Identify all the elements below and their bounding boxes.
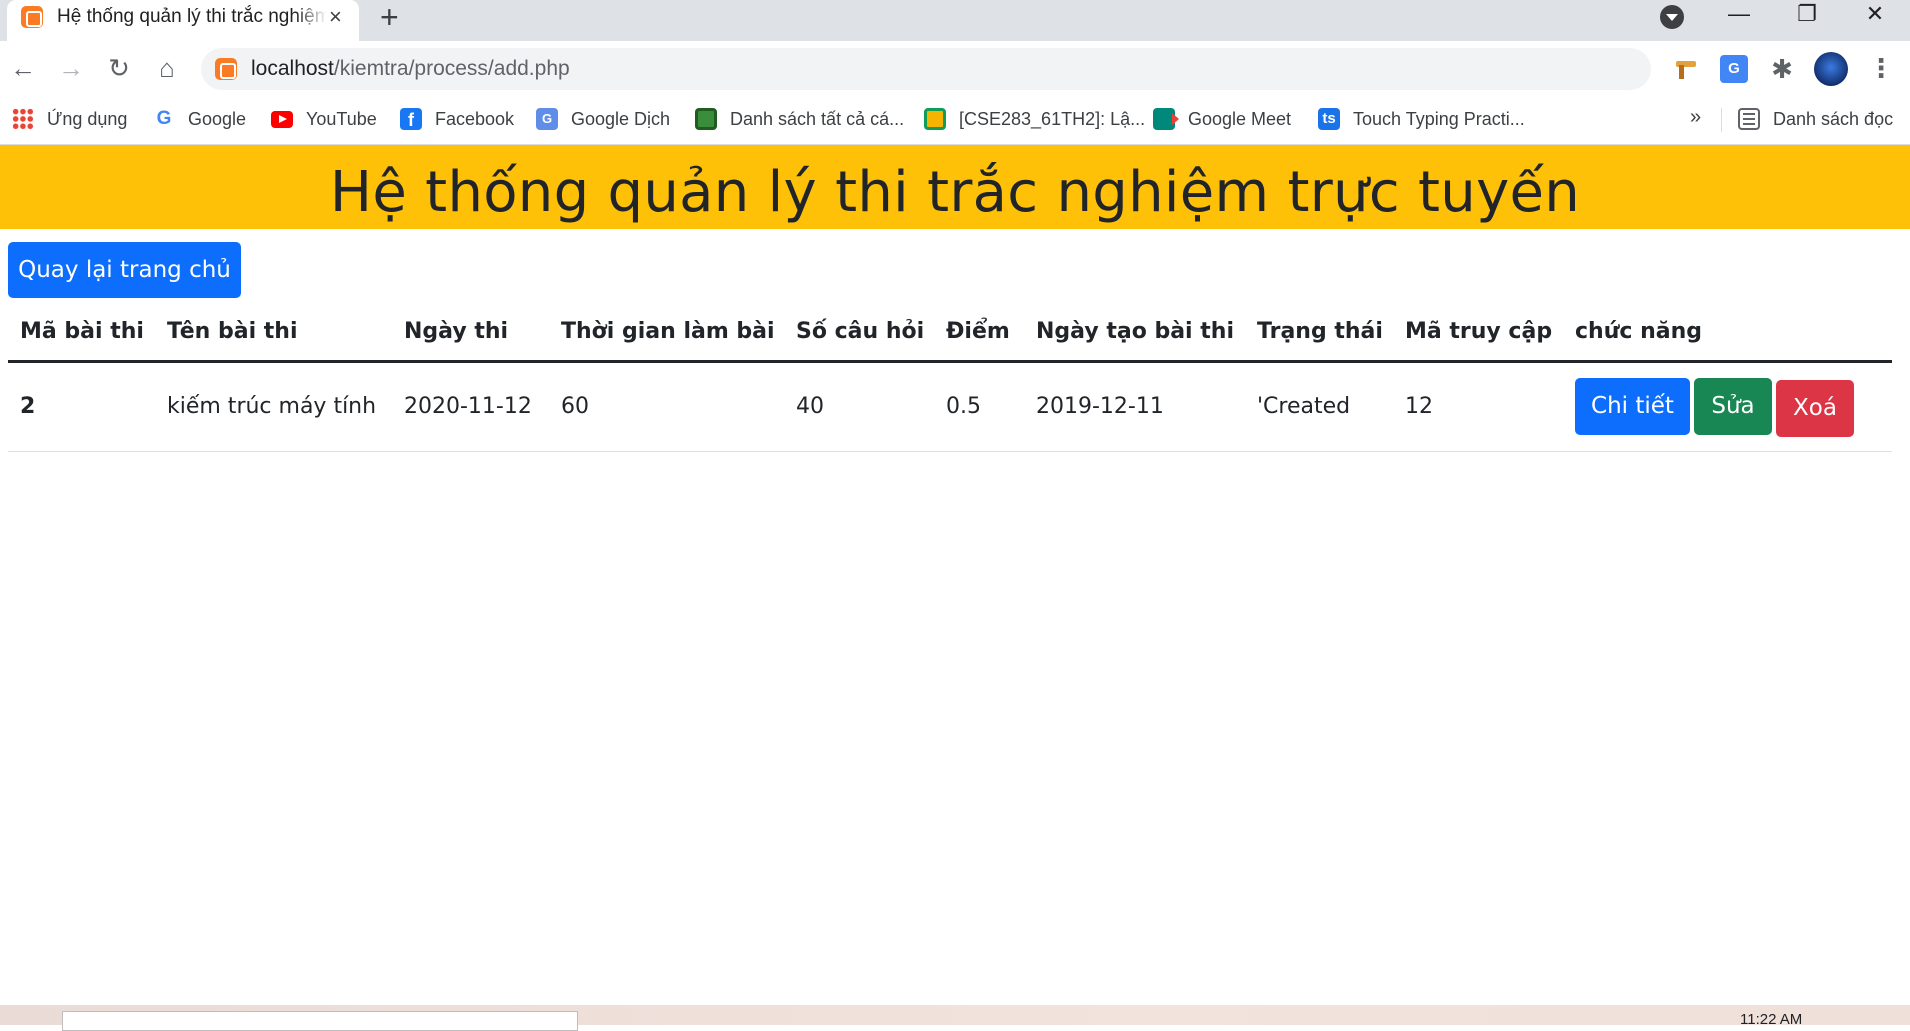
tab-search-icon[interactable]: [1660, 5, 1684, 29]
green-ball-icon: [695, 108, 717, 130]
reload-icon[interactable]: ↻: [102, 51, 136, 85]
bookmark-label: Google: [188, 108, 247, 129]
column-header-exam-date: Ngày thi: [392, 303, 549, 363]
url-path: /kiemtra/process/add.php: [333, 57, 570, 80]
extension-flag-icon[interactable]: [1672, 55, 1700, 83]
bookmark-google[interactable]: G Google: [153, 105, 246, 133]
column-header-access-code: Mã truy cập: [1393, 303, 1563, 363]
address-bar[interactable]: localhost/kiemtra/process/add.php: [201, 48, 1651, 90]
bookmark-apps[interactable]: Ứng dụng: [12, 105, 127, 133]
cell-created-date: 2019-12-11: [1024, 361, 1245, 452]
bookmark-label: Google Meet: [1188, 108, 1292, 129]
bookmarks-overflow-button[interactable]: »: [1690, 106, 1701, 129]
bookmark-youtube[interactable]: YouTube: [271, 105, 377, 133]
cell-status: 'Created: [1245, 361, 1393, 452]
table-header-row: Mã bài thi Tên bài thi Ngày thi Thời gia…: [8, 303, 1892, 363]
taskbar-search-box[interactable]: [62, 1011, 578, 1031]
table-header: Mã bài thi Tên bài thi Ngày thi Thời gia…: [8, 303, 1892, 363]
browser-tab[interactable]: Hệ thống quản lý thi trắc nghiệm trực tu…: [7, 0, 359, 41]
extensions-puzzle-icon[interactable]: ✱: [1768, 55, 1796, 83]
bookmarks-bar: Ứng dụng G Google YouTube f Facebook G G…: [0, 97, 1910, 145]
facebook-icon: f: [400, 108, 422, 130]
cell-exam-code: 2: [8, 361, 155, 452]
profile-avatar[interactable]: [1814, 52, 1848, 86]
bookmark-label: [CSE283_61TH2]: Lậ...: [959, 108, 1146, 129]
column-header-status: Trạng thái: [1245, 303, 1393, 363]
classroom-icon: [924, 108, 946, 130]
column-header-question-count: Số câu hỏi: [784, 303, 934, 363]
cell-question-count: 40: [784, 361, 934, 452]
table-row: 2 kiếm trúc máy tính 2020-11-12 60 40 0.…: [8, 361, 1892, 452]
bookmark-label: Touch Typing Practi...: [1353, 108, 1525, 129]
browser-toolbar: ← → ↻ ⌂ localhost/kiemtra/process/add.ph…: [0, 41, 1910, 97]
minimize-button[interactable]: —: [1705, 0, 1773, 32]
google-translate-extension-icon[interactable]: G: [1720, 55, 1748, 83]
url-text[interactable]: localhost/kiemtra/process/add.php: [251, 57, 570, 81]
google-translate-icon: G: [536, 108, 558, 130]
page-header-banner: Hệ thống quản lý thi trắc nghiệm trực tu…: [0, 145, 1910, 229]
new-tab-button[interactable]: +: [380, 1, 399, 33]
cell-duration: 60: [549, 361, 784, 452]
bookmark-label: Ứng dụng: [47, 108, 128, 129]
bookmark-google-translate[interactable]: G Google Dịch: [536, 105, 670, 133]
cell-actions: Chi tiết Sửa Xoá: [1563, 361, 1892, 452]
bookmarks-divider: [1721, 108, 1722, 132]
reading-list-button[interactable]: Danh sách đọc: [1738, 105, 1893, 133]
bookmark-label: YouTube: [306, 108, 377, 129]
close-window-button[interactable]: ✕: [1841, 0, 1909, 32]
column-header-actions: chức năng: [1563, 303, 1892, 363]
cell-exam-date: 2020-11-12: [392, 361, 549, 452]
cell-score: 0.5: [934, 361, 1024, 452]
google-icon: G: [153, 108, 175, 130]
google-meet-icon: [1153, 108, 1179, 130]
page-title: Hệ thống quản lý thi trắc nghiệm trực tu…: [329, 160, 1581, 225]
back-home-button[interactable]: Quay lại trang chủ: [8, 242, 241, 298]
forward-icon[interactable]: →: [54, 51, 88, 85]
bookmark-danh-sach[interactable]: Danh sách tất cả cá...: [695, 105, 904, 133]
column-header-duration: Thời gian làm bài: [549, 303, 784, 363]
bookmark-touch-typing[interactable]: ts Touch Typing Practi...: [1318, 105, 1525, 133]
apps-grid-icon: [12, 108, 34, 130]
delete-button[interactable]: Xoá: [1776, 380, 1854, 437]
bookmark-google-meet[interactable]: Google Meet: [1153, 105, 1291, 133]
windows-taskbar: 11:22 AM: [0, 1005, 1910, 1031]
youtube-icon: [271, 110, 293, 128]
cell-exam-name: kiếm trúc máy tính: [155, 361, 392, 452]
bookmark-classroom[interactable]: [CSE283_61TH2]: Lậ...: [924, 105, 1145, 133]
taskbar-clock: 11:22 AM: [1740, 1011, 1803, 1028]
site-favicon-icon: [215, 58, 237, 80]
bookmark-label: Facebook: [435, 108, 515, 129]
tab-title: Hệ thống quản lý thi trắc nghiệm trực tu…: [57, 6, 327, 27]
url-host: localhost: [251, 57, 334, 80]
reading-list-icon: [1738, 108, 1760, 130]
browser-menu-icon[interactable]: ⋮: [1868, 53, 1894, 83]
column-header-created-date: Ngày tạo bài thi: [1024, 303, 1245, 363]
typing-ts-icon: ts: [1318, 108, 1340, 130]
bookmark-facebook[interactable]: f Facebook: [400, 105, 514, 133]
bookmark-label: Danh sách tất cả cá...: [730, 108, 905, 129]
restore-button[interactable]: ❐: [1773, 0, 1841, 32]
detail-button[interactable]: Chi tiết: [1575, 378, 1690, 435]
xampp-favicon-icon: [21, 6, 43, 28]
table-body: 2 kiếm trúc máy tính 2020-11-12 60 40 0.…: [8, 361, 1892, 452]
column-header-score: Điểm: [934, 303, 1024, 363]
page-content: Hệ thống quản lý thi trắc nghiệm trực tu…: [0, 145, 1910, 1005]
cell-access-code: 12: [1393, 361, 1563, 452]
column-header-exam-name: Tên bài thi: [155, 303, 392, 363]
bookmark-label: Google Dịch: [571, 108, 671, 129]
tab-close-icon[interactable]: ×: [329, 3, 342, 31]
edit-button[interactable]: Sửa: [1694, 378, 1772, 435]
reading-list-label: Danh sách đọc: [1773, 108, 1894, 129]
exam-table: Mã bài thi Tên bài thi Ngày thi Thời gia…: [8, 303, 1892, 452]
home-icon[interactable]: ⌂: [150, 51, 184, 85]
browser-tab-strip: Hệ thống quản lý thi trắc nghiệm trực tu…: [0, 0, 1910, 41]
back-icon[interactable]: ←: [6, 51, 40, 85]
column-header-exam-code: Mã bài thi: [8, 303, 155, 363]
